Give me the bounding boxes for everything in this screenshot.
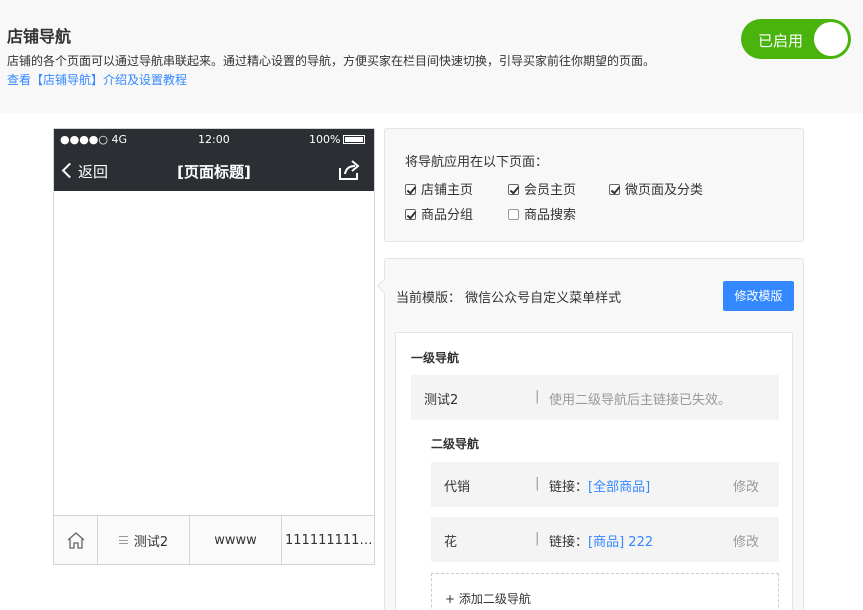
level1-nav-item[interactable]: 测试2 | 使用二级导航后主链接已失效。 (411, 375, 779, 420)
link-value[interactable]: [全部商品] (588, 480, 650, 495)
status-time: 12:00 (198, 133, 230, 146)
panel-arrow (376, 278, 392, 294)
current-template: 当前模版： 微信公众号自定义菜单样式 (396, 287, 621, 306)
checkbox-shop-home[interactable]: 店铺主页 (405, 179, 473, 198)
battery-indicator: 100% (309, 133, 366, 146)
separator: | (535, 389, 540, 404)
template-panel: 当前模版： 微信公众号自定义菜单样式 修改模版 一级导航 测试2 | 使用二级导… (376, 258, 804, 610)
nav-editor: 一级导航 测试2 | 使用二级导航后主链接已失效。 二级导航 代销 | 链接：[… (395, 332, 793, 610)
separator: | (535, 531, 540, 546)
level2-nav-item[interactable]: 代销 | 链接：[全部商品] 修改 (431, 462, 779, 507)
checkbox-checked-icon (405, 209, 416, 220)
battery-icon (343, 135, 366, 144)
checkbox-goods-group[interactable]: 商品分组 (405, 204, 473, 223)
toggle-label: 已启用 (758, 32, 804, 50)
current-template-label: 当前模版： (396, 291, 462, 306)
tab-nav-3[interactable]: 1111111111111111 (282, 516, 374, 564)
page-description: 店铺的各个页面可以通过导航串联起来。通过精心设置的导航，方便买家在栏目间快速切换… (7, 54, 656, 68)
checkbox-label: 商品搜索 (524, 208, 577, 223)
chevron-left-icon (61, 162, 78, 179)
nav-item-link: 链接：[商品] 222 (549, 531, 653, 550)
level1-title: 一级导航 (411, 351, 460, 365)
edit-template-button[interactable]: 修改模版 (723, 281, 794, 311)
tab-label: 测试2 (133, 534, 169, 550)
level2-title: 二级导航 (431, 437, 480, 451)
menu-lines-icon (118, 536, 128, 544)
phone-tab-bar: 测试2 wwww 1111111111111111 (54, 515, 374, 564)
tab-label: wwww (214, 532, 257, 548)
toggle-knob (814, 22, 848, 56)
checkbox-checked-icon (508, 184, 519, 195)
current-template-name: 微信公众号自定义菜单样式 (465, 291, 622, 306)
status-bar: ●●●●○ 4G 12:00 100% (54, 129, 374, 151)
tab-nav-1[interactable]: 测试2 (98, 516, 190, 564)
enable-toggle[interactable]: 已启用 (741, 19, 851, 59)
nav-item-name: 代销 (444, 480, 471, 495)
checkbox-goods-search[interactable]: 商品搜索 (508, 204, 576, 223)
checkbox-checked-icon (405, 184, 416, 195)
checkbox-label: 微页面及分类 (625, 183, 704, 198)
phone-navbar: [页面标题] 返回 (54, 151, 374, 191)
checkbox-label: 店铺主页 (421, 183, 474, 198)
checkbox-label: 商品分组 (421, 208, 474, 223)
help-link[interactable]: 查看【店铺导航】介绍及设置教程 (7, 71, 187, 88)
phone-preview: ●●●●○ 4G 12:00 100% [页面标题] 返回 测试2 wwww 1… (53, 128, 375, 565)
back-label: 返回 (78, 163, 109, 181)
apply-pages-panel: 将导航应用在以下页面： 店铺主页 会员主页 微页面及分类 商品分组 商品搜索 (384, 128, 804, 242)
tab-label: 1111111111111111 (285, 532, 373, 548)
separator: | (535, 476, 540, 491)
link-label: 链接： (549, 535, 589, 550)
checkbox-unchecked-icon (508, 209, 519, 220)
checkbox-micro-page[interactable]: 微页面及分类 (609, 179, 703, 198)
tab-nav-2[interactable]: wwww (190, 516, 282, 564)
add-level2-nav-button[interactable]: + 添加二级导航 (431, 573, 779, 610)
page-title: 店铺导航 (7, 27, 72, 46)
tab-home[interactable] (54, 516, 98, 564)
back-button[interactable]: 返回 (61, 161, 109, 182)
add-level2-label: + 添加二级导航 (445, 592, 531, 606)
nav-item-name: 测试2 (424, 393, 459, 408)
home-icon (67, 532, 84, 549)
edit-nav-item-button[interactable]: 修改 (733, 531, 759, 550)
nav-item-note: 使用二级导航后主链接已失效。 (549, 393, 732, 408)
edit-nav-item-button[interactable]: 修改 (733, 476, 759, 495)
level2-nav-item[interactable]: 花 | 链接：[商品] 222 修改 (431, 517, 779, 562)
nav-item-link: 链接：[全部商品] (549, 476, 650, 495)
checkbox-label: 会员主页 (524, 183, 577, 198)
battery-text: 100% (309, 133, 341, 146)
link-label: 链接： (549, 480, 589, 495)
signal-indicator: ●●●●○ 4G (60, 133, 128, 146)
nav-item-name: 花 (444, 535, 458, 550)
page-header: 店铺导航 店铺的各个页面可以通过导航串联起来。通过精心设置的导航，方便买家在栏目… (0, 0, 863, 113)
link-value[interactable]: [商品] 222 (588, 535, 653, 550)
apply-title: 将导航应用在以下页面： (405, 155, 549, 170)
checkbox-checked-icon (609, 184, 620, 195)
checkbox-member-home[interactable]: 会员主页 (508, 179, 576, 198)
share-icon[interactable] (337, 159, 361, 181)
